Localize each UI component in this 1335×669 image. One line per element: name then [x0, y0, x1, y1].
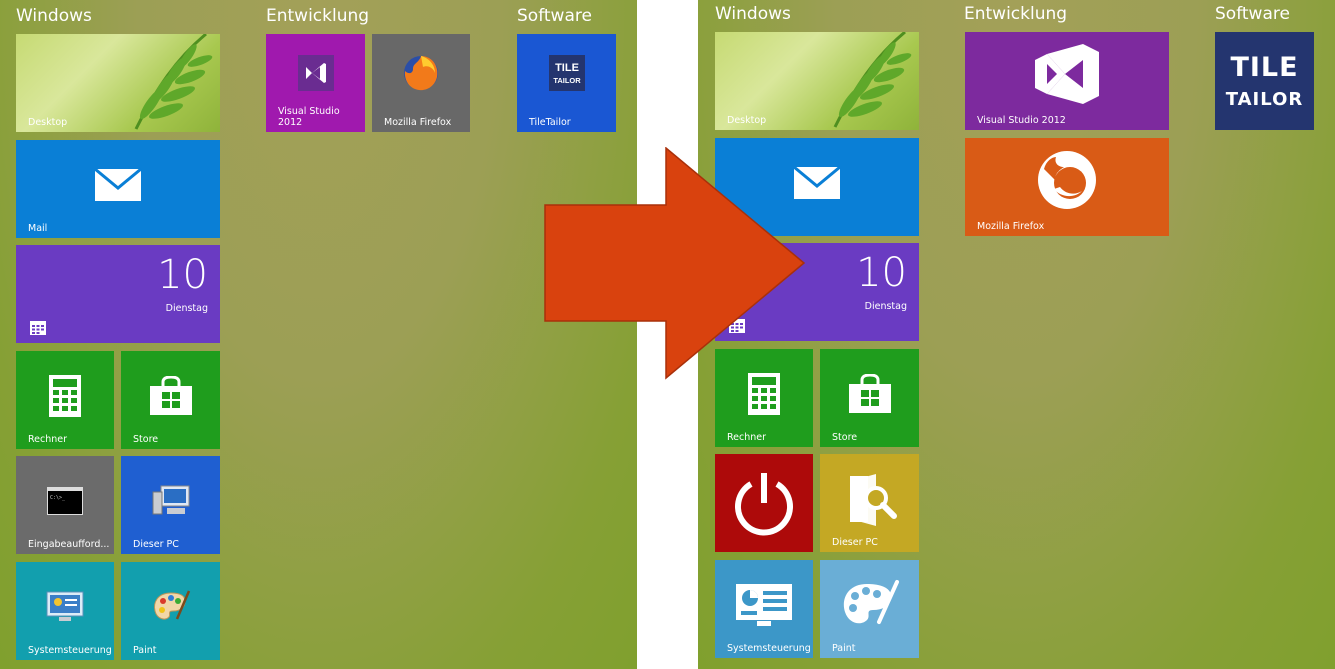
leaf-image — [134, 34, 213, 130]
tile-label: Mail — [28, 223, 48, 234]
tile-label: Systemsteuerung — [28, 645, 112, 656]
tile-label: Store — [832, 432, 858, 443]
group-title-entwicklung: Entwicklung — [266, 6, 370, 26]
paint-palette-icon — [843, 580, 899, 625]
tile-label: Paint — [133, 645, 157, 656]
tile-paint[interactable]: Paint — [820, 560, 919, 658]
tile-label: Systemsteuerung — [727, 643, 811, 654]
tile-shutdown[interactable] — [715, 454, 813, 552]
firefox-icon — [1038, 151, 1096, 210]
store-bag-icon — [848, 374, 891, 414]
tile-firefox[interactable]: Mozilla Firefox — [372, 34, 470, 132]
store-bag-icon — [149, 376, 192, 416]
tile-label: Visual Studio 2012 — [278, 106, 340, 128]
calendar-date: 10 — [157, 252, 208, 298]
tile-label: Rechner — [727, 432, 767, 443]
tile-store[interactable]: Store — [121, 351, 220, 449]
tile-systemsteuerung[interactable]: Systemsteuerung — [16, 562, 114, 660]
tile-label: Dieser PC — [133, 539, 179, 550]
tile-desktop[interactable]: Desktop — [715, 32, 919, 130]
tile-store[interactable]: Store — [820, 349, 919, 447]
calendar-weekday: Dienstag — [864, 301, 907, 312]
svg-text:TAILOR: TAILOR — [553, 76, 581, 85]
tile-label: Dieser PC — [832, 537, 878, 548]
tile-label: Paint — [832, 643, 856, 654]
tile-systemsteuerung[interactable]: Systemsteuerung — [715, 560, 813, 658]
group-title-software: Software — [517, 6, 592, 26]
tile-paint[interactable]: Paint — [121, 562, 220, 660]
tiletailor-logo-line1: TILE — [1230, 52, 1299, 83]
tile-rechner[interactable]: Rechner — [16, 351, 114, 449]
control-panel-icon — [46, 591, 84, 622]
arrow-right-icon — [544, 147, 806, 380]
tile-label: Eingabeaufford... — [28, 539, 110, 550]
power-icon — [735, 473, 793, 536]
group-title-entwicklung: Entwicklung — [964, 4, 1068, 24]
tile-label: Mozilla Firefox — [977, 221, 1045, 232]
computer-icon — [152, 485, 189, 515]
group-title-windows: Windows — [16, 6, 92, 26]
tile-mail[interactable]: Mail — [16, 140, 220, 238]
tile-visual-studio[interactable]: Visual Studio 2012 — [965, 32, 1169, 130]
tile-label: Desktop — [727, 115, 767, 126]
tile-visual-studio[interactable]: Visual Studio 2012 — [266, 34, 365, 132]
visual-studio-icon — [1035, 44, 1099, 105]
tile-tiletailor[interactable]: TILE TAILOR TileTailor — [517, 34, 616, 132]
leaf-image — [833, 32, 912, 128]
tile-label: Mozilla Firefox — [384, 117, 452, 128]
tile-desktop[interactable]: Desktop — [16, 34, 220, 132]
tile-firefox[interactable]: Mozilla Firefox — [965, 138, 1169, 236]
calendar-weekday: Dienstag — [165, 303, 208, 314]
paint-palette-icon — [153, 590, 190, 620]
tiletailor-logo-line2: TAILOR — [1225, 89, 1304, 110]
mail-icon — [94, 168, 142, 202]
tile-label: Visual Studio 2012 — [977, 115, 1066, 126]
svg-text:TILE: TILE — [555, 62, 579, 74]
tile-label: Store — [133, 434, 159, 445]
visual-studio-icon — [297, 55, 334, 92]
control-panel-icon — [736, 584, 792, 627]
command-prompt-icon: C:\>_ — [47, 487, 83, 516]
tile-calendar[interactable]: 10 Dienstag — [16, 245, 220, 343]
folder-search-icon — [849, 474, 897, 527]
tiletailor-logo-icon: TILE TAILOR — [548, 55, 585, 92]
start-screen-before: Windows Entwicklung Software Desktop Mai… — [0, 0, 637, 669]
tile-label: Desktop — [28, 117, 68, 128]
svg-text:C:\>_: C:\>_ — [50, 495, 66, 501]
tile-dieser-pc[interactable]: Dieser PC — [121, 456, 220, 554]
calculator-icon — [49, 375, 81, 418]
group-title-windows: Windows — [715, 4, 791, 24]
tile-label: TileTailor — [529, 117, 571, 128]
tile-label: Rechner — [28, 434, 68, 445]
tile-tiletailor[interactable]: TILE TAILOR — [1215, 32, 1314, 130]
tile-eingabeaufforderung[interactable]: C:\>_ Eingabeaufford... — [16, 456, 114, 554]
calendar-icon — [30, 321, 46, 335]
tile-dieser-pc[interactable]: Dieser PC — [820, 454, 919, 552]
calendar-date: 10 — [856, 250, 907, 296]
firefox-icon — [404, 56, 438, 91]
group-title-software: Software — [1215, 4, 1290, 24]
